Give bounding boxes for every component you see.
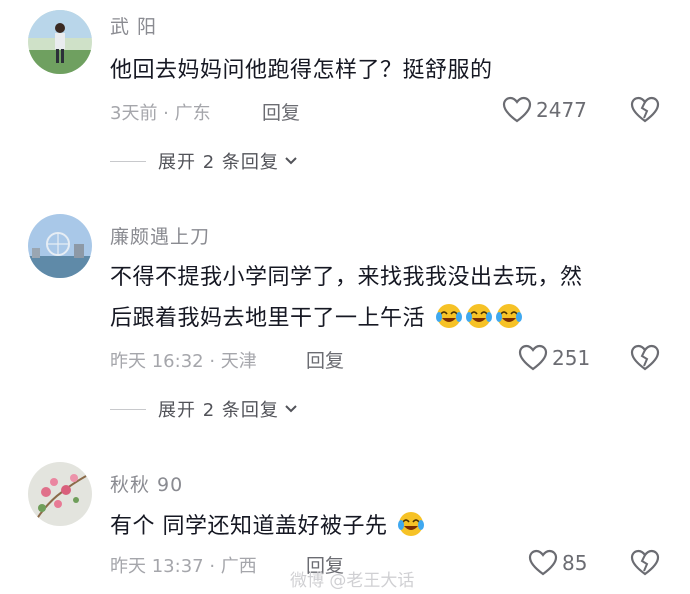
reply-button[interactable]: 回复	[306, 346, 344, 373]
broken-heart-icon[interactable]	[630, 549, 660, 577]
comment-text: 有个 同学还知道盖好被子先	[110, 508, 425, 540]
comment-meta: 3天前 · 广东	[110, 103, 211, 124]
comment-text: 不得不提我小学同学了，来找我我没出去玩，然	[110, 265, 583, 290]
heart-icon	[502, 96, 532, 123]
avatar[interactable]	[28, 462, 92, 526]
username[interactable]: 秋秋 90	[110, 470, 183, 497]
crying-laughing-emoji-icon	[495, 304, 522, 328]
divider	[110, 160, 146, 162]
chevron-down-icon	[285, 157, 297, 165]
comment-text: 后跟着我妈去地里干了一上午活	[110, 300, 523, 332]
like-button[interactable]: 85	[528, 549, 587, 577]
expand-replies-label: 展开 2 条回复	[158, 400, 279, 421]
avatar[interactable]	[28, 10, 92, 74]
crying-laughing-emoji-icon	[398, 512, 424, 536]
crying-laughing-emoji-icon	[465, 304, 492, 328]
broken-heart-icon[interactable]	[630, 344, 660, 372]
chevron-down-icon	[285, 405, 297, 413]
watermark: 微博 @老王大话	[290, 571, 415, 591]
like-button[interactable]: 251	[518, 344, 590, 372]
comment-text-line: 有个 同学还知道盖好被子先	[110, 514, 388, 539]
comment-meta: 昨天 16:32 · 天津	[110, 351, 257, 372]
reply-button[interactable]: 回复	[262, 98, 300, 125]
heart-icon	[528, 549, 558, 576]
like-count: 251	[552, 346, 591, 370]
crying-laughing-emoji-icon	[435, 304, 462, 328]
comment-text-line: 后跟着我妈去地里干了一上午活	[110, 306, 426, 331]
expand-replies-button[interactable]: 展开 2 条回复	[110, 396, 299, 422]
username[interactable]: 武 阳	[110, 12, 157, 39]
comment-text: 他回去妈妈问他跑得怎样了？挺舒服的	[110, 58, 493, 83]
like-button[interactable]: 2477	[502, 96, 587, 124]
avatar[interactable]	[28, 214, 92, 278]
divider	[110, 408, 146, 410]
username[interactable]: 廉颇遇上刀	[110, 222, 210, 249]
heart-icon	[518, 344, 548, 371]
expand-replies-button[interactable]: 展开 2 条回复	[110, 148, 299, 174]
broken-heart-icon[interactable]	[630, 96, 660, 124]
like-count: 2477	[536, 98, 587, 122]
expand-replies-label: 展开 2 条回复	[158, 152, 279, 173]
comment-meta: 昨天 13:37 · 广西	[110, 556, 257, 577]
like-count: 85	[562, 551, 588, 575]
